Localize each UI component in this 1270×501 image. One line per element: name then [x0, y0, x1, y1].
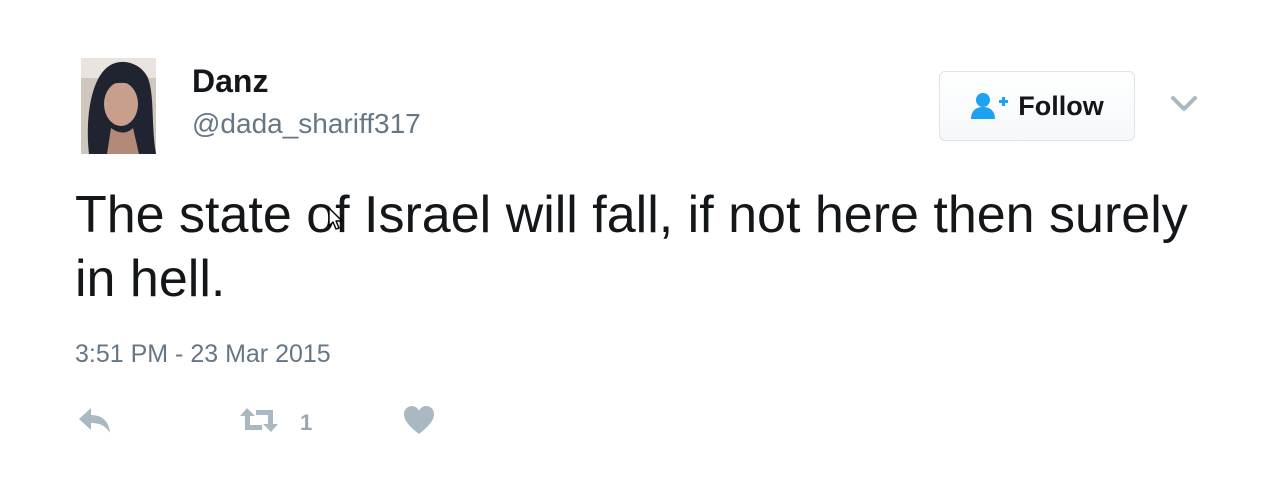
- screen-name[interactable]: @dada_shariff317: [192, 108, 421, 140]
- display-name[interactable]: Danz: [192, 63, 268, 100]
- retweet-button[interactable]: [238, 404, 280, 436]
- retweet-icon: [240, 408, 278, 432]
- more-menu-caret[interactable]: [1168, 90, 1200, 118]
- retweet-count: 1: [300, 410, 313, 435]
- like-button[interactable]: [402, 404, 436, 436]
- add-user-icon: [971, 93, 1009, 119]
- tweet-text: The state of Israel will fall, if not he…: [75, 186, 1188, 308]
- follow-button[interactable]: Follow: [939, 71, 1135, 141]
- avatar[interactable]: [81, 58, 156, 154]
- chevron-down-icon: [1171, 96, 1197, 111]
- heart-icon: [404, 406, 434, 434]
- reply-icon: [79, 408, 110, 433]
- follow-button-label: Follow: [1018, 90, 1104, 121]
- tweet-timestamp[interactable]: 3:51 PM - 23 Mar 2015: [75, 340, 331, 369]
- avatar-photo: [81, 58, 156, 154]
- reply-button[interactable]: [77, 404, 113, 436]
